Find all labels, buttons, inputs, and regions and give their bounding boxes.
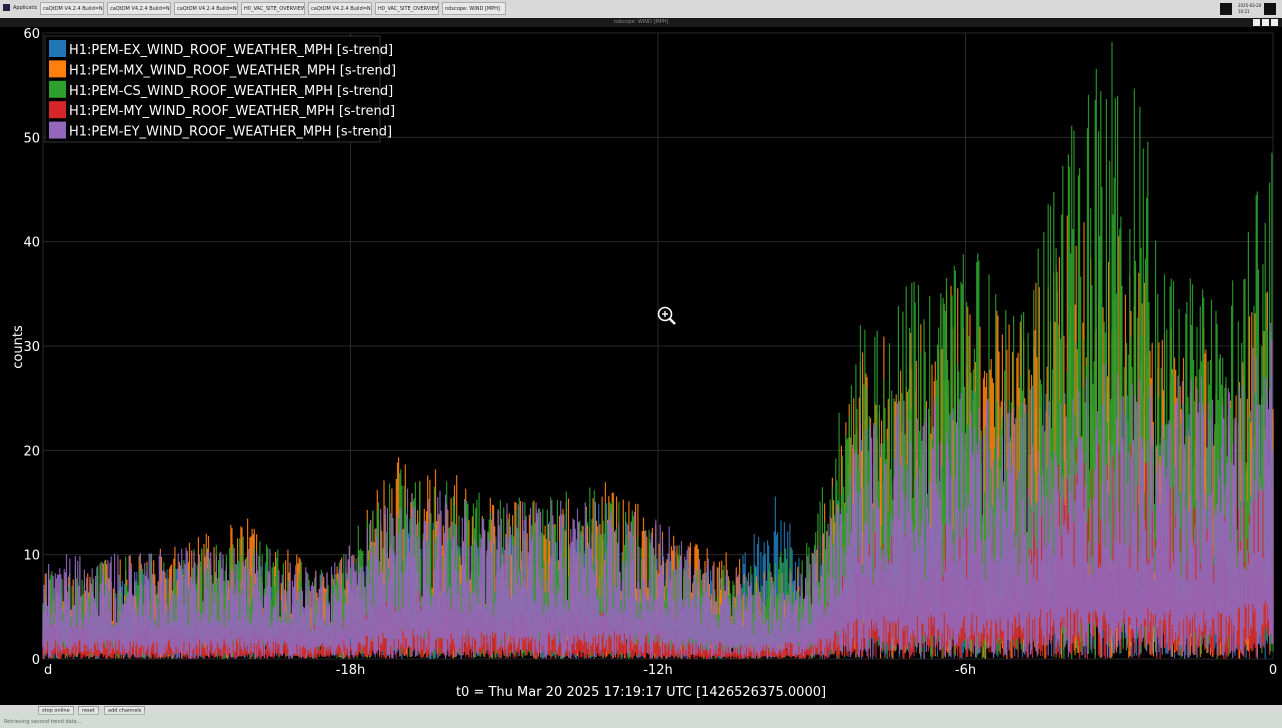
y-tick-label: 0 bbox=[32, 653, 40, 668]
zoom-cursor-icon bbox=[657, 306, 676, 325]
x-tick-label: -18h bbox=[336, 663, 365, 678]
window-title: ndscope: WIND [MPH] bbox=[613, 19, 669, 25]
workspace-icon[interactable] bbox=[1220, 3, 1232, 15]
task-item[interactable]: H0_VAC_SITE_OVERVIEW... bbox=[375, 2, 439, 15]
clock-time: 10:21 bbox=[1238, 9, 1250, 14]
clock-date: 2025-03-20 bbox=[1238, 3, 1262, 8]
legend-swatch bbox=[49, 80, 66, 98]
plot-area[interactable]: 0102030405060d -18h -12h -6h 0countst0 = Thu… bbox=[0, 27, 1282, 705]
y-tick-label: 20 bbox=[23, 444, 40, 459]
clock[interactable]: 2025-03-20 10:21 bbox=[1238, 3, 1261, 15]
x-tick-label: -12h bbox=[643, 663, 672, 678]
x-tick-label: -6h bbox=[955, 663, 976, 678]
task-item[interactable]: caQtDM V4.2.4 Build=No... bbox=[107, 2, 171, 15]
network-icon[interactable] bbox=[1264, 3, 1276, 15]
task-item[interactable]: caQtDM V4.2.4 Build=No... bbox=[308, 2, 372, 15]
task-item[interactable]: caQtDM V4.2.4 Build=No... bbox=[174, 2, 238, 15]
close-icon[interactable] bbox=[1271, 19, 1278, 26]
x-axis-label: t0 = Thu Mar 20 2025 17:19:17 UTC [14265… bbox=[456, 685, 826, 700]
y-tick-label: 50 bbox=[23, 131, 40, 146]
legend-label: H1:PEM-CS_WIND_ROOF_WEATHER_MPH [s-trend… bbox=[69, 84, 393, 99]
y-tick-label: 60 bbox=[23, 27, 40, 42]
applications-menu-icon[interactable] bbox=[3, 4, 10, 11]
add-channels-button[interactable]: add channels bbox=[104, 706, 146, 715]
maximize-icon[interactable] bbox=[1262, 19, 1269, 26]
status-message: Retrieving second trend data... bbox=[4, 719, 82, 725]
legend-label: H1:PEM-MY_WIND_ROOF_WEATHER_MPH [s-trend… bbox=[69, 104, 395, 119]
control-bar: stop online reset add channels Retrievin… bbox=[0, 705, 1282, 728]
y-tick-label: 40 bbox=[23, 236, 40, 251]
task-item[interactable]: H0_VAC_SITE_OVERVIEW... bbox=[241, 2, 305, 15]
x-tick-label: 0 bbox=[1269, 663, 1277, 678]
x-tick-label: d bbox=[44, 663, 52, 678]
legend-label: H1:PEM-EX_WIND_ROOF_WEATHER_MPH [s-trend… bbox=[69, 43, 393, 58]
legend-swatch bbox=[49, 40, 66, 57]
applications-menu[interactable]: Applications bbox=[11, 2, 37, 15]
window-titlebar[interactable]: ndscope: WIND [MPH] bbox=[0, 18, 1282, 27]
taskbar: Applications caQtDM V4.2.4 Build=No... c… bbox=[0, 0, 1282, 19]
y-axis-label: counts bbox=[11, 325, 26, 369]
task-item[interactable]: caQtDM V4.2.4 Build=No... bbox=[40, 2, 104, 15]
reset-button[interactable]: reset bbox=[78, 706, 99, 715]
legend-label: H1:PEM-EY_WIND_ROOF_WEATHER_MPH [s-trend… bbox=[69, 125, 392, 140]
system-tray: 2025-03-20 10:21 bbox=[1220, 3, 1278, 15]
minimize-icon[interactable] bbox=[1253, 19, 1260, 26]
legend-label: H1:PEM-MX_WIND_ROOF_WEATHER_MPH [s-trend… bbox=[69, 63, 396, 78]
legend-swatch bbox=[49, 121, 66, 139]
legend-swatch bbox=[49, 60, 66, 78]
task-item-active[interactable]: ndscope: WIND [MPH] bbox=[442, 2, 506, 15]
stop-online-button[interactable]: stop online bbox=[38, 706, 74, 715]
legend[interactable]: H1:PEM-EX_WIND_ROOF_WEATHER_MPH [s-trend… bbox=[44, 35, 396, 143]
legend-swatch bbox=[49, 101, 66, 119]
y-tick-label: 10 bbox=[23, 549, 40, 564]
